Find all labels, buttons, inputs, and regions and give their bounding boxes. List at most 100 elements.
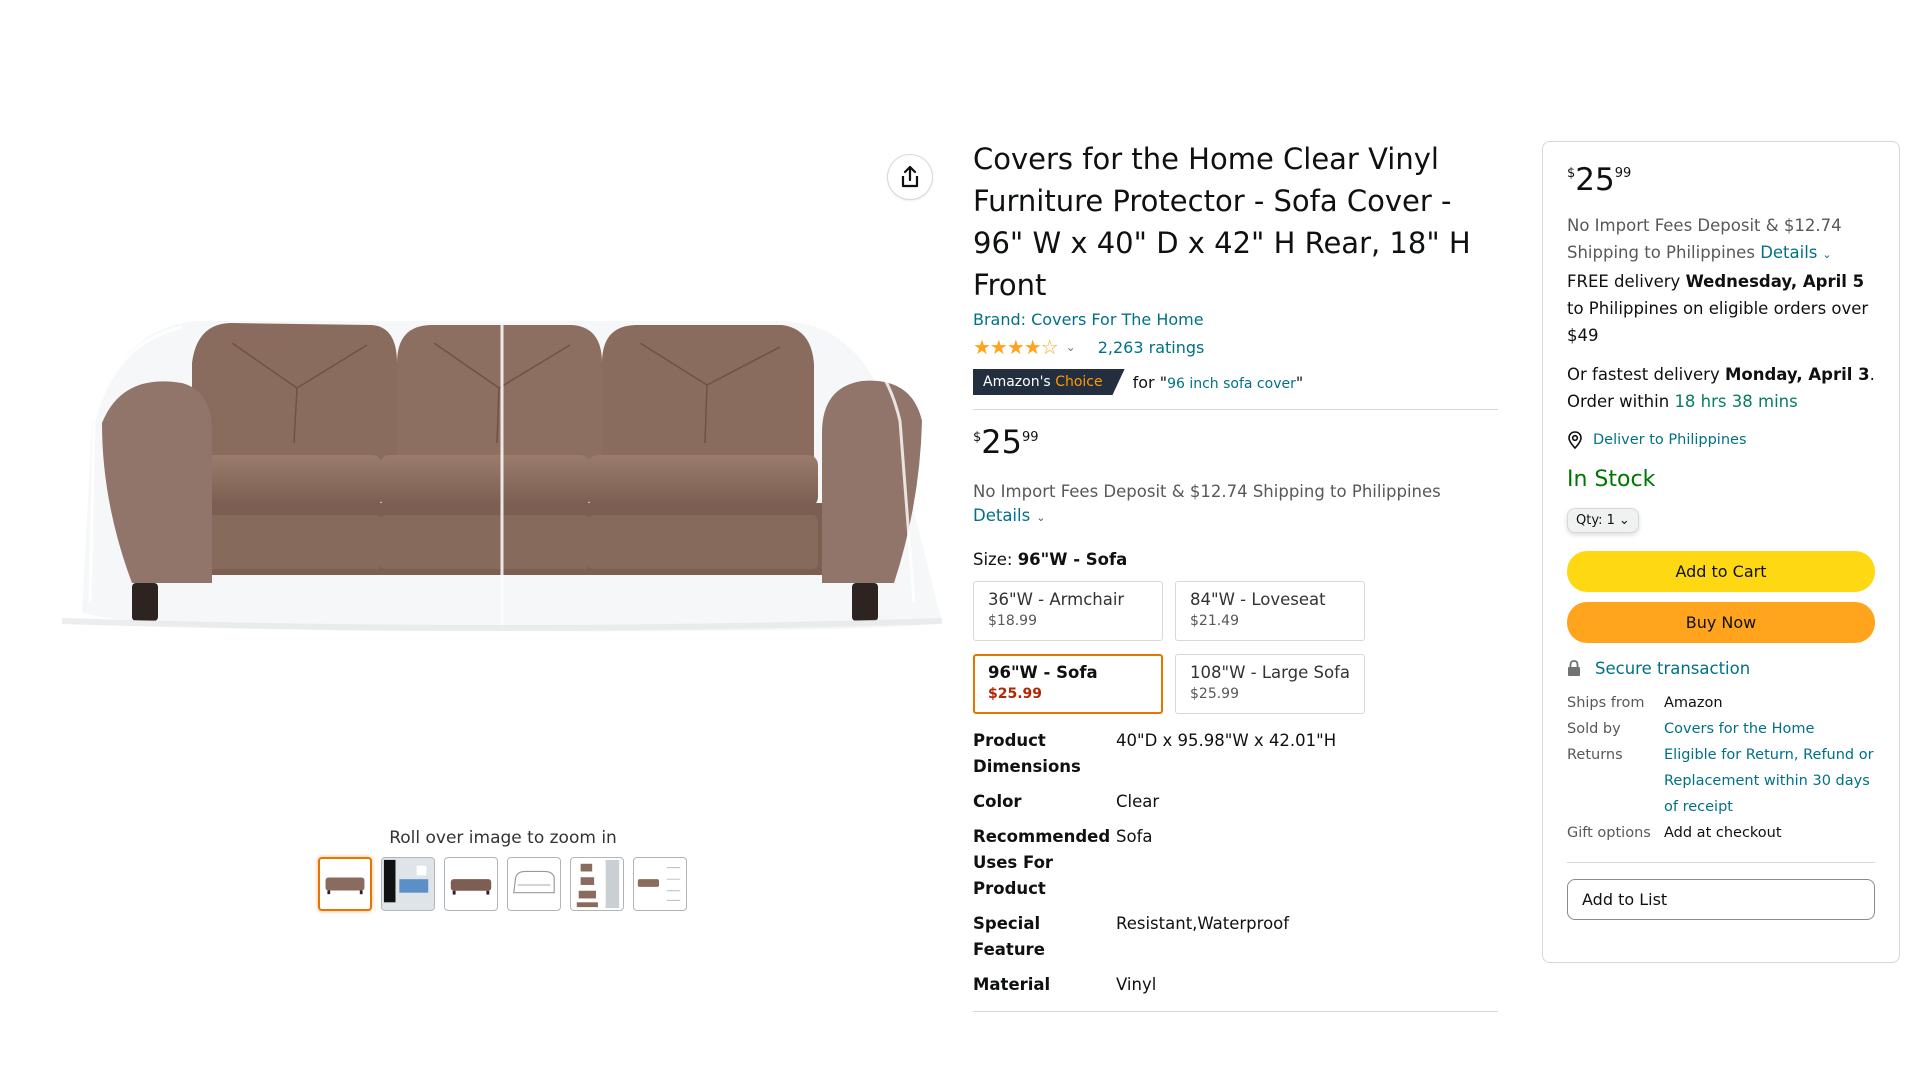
returns-row: Returns Eligible for Return, Refund or Re… — [1567, 742, 1875, 820]
size-option-name: 96"W - Sofa — [988, 663, 1098, 682]
price-symbol: $ — [1567, 166, 1576, 181]
price-whole: 25 — [981, 423, 1022, 461]
seller-info: Ships from Amazon Sold by Covers for the H… — [1567, 690, 1875, 846]
fastest-prefix: Or fastest delivery — [1567, 365, 1720, 384]
free-delivery: FREE delivery Wednesday, April 5 to Phil… — [1567, 268, 1875, 349]
import-note-text: No Import Fees Deposit & $12.74 Shipping… — [973, 482, 1441, 501]
free-delivery-date: Wednesday, April 5 — [1685, 272, 1865, 291]
details-link-label: Details — [1760, 243, 1818, 262]
gift-options-row: Gift options Add at checkout — [1567, 820, 1875, 846]
add-to-cart-button[interactable]: Add to Cart — [1567, 551, 1875, 592]
amazons-choice-badge: Amazon's Choice — [973, 369, 1125, 395]
brand-link[interactable]: Brand: Covers For The Home — [973, 310, 1204, 329]
spec-value: Sofa — [1116, 827, 1153, 846]
size-option-price: $25.99 — [1190, 686, 1239, 702]
add-to-list-button[interactable]: Add to List — [1567, 879, 1875, 920]
specs-table: Product Dimensions 40"D x 95.98"W x 42.01… — [973, 728, 1498, 1007]
zoom-hint: Roll over image to zoom in — [389, 828, 617, 848]
size-option-sofa[interactable]: 96"W - Sofa $25.99 — [973, 654, 1163, 714]
returns-link[interactable]: Eligible for Return, Refund or Replaceme… — [1664, 742, 1875, 820]
price: $ 25 99 — [973, 424, 1498, 460]
fastest-date: Monday, April 3 — [1724, 365, 1870, 384]
thumbnail-strip — [318, 857, 687, 911]
chevron-down-icon: ⌄ — [1822, 248, 1832, 261]
sold-by-row: Sold by Covers for the Home — [1567, 716, 1875, 742]
import-note: No Import Fees Deposit & $12.74 Shipping… — [973, 480, 1498, 530]
amazons-choice-row: Amazon's Choice for "96 inch sofa cover" — [973, 369, 1498, 395]
thumbnail-2[interactable] — [381, 857, 435, 911]
chevron-down-icon: ⌄ — [1036, 511, 1046, 524]
returns-label: Returns — [1567, 747, 1623, 763]
size-option-loveseat[interactable]: 84"W - Loveseat $21.49 — [1175, 581, 1365, 641]
spec-value: Vinyl — [1116, 975, 1157, 994]
details-link-label: Details — [973, 506, 1031, 525]
product-title: Covers for the Home Clear Vinyl Furnitur… — [973, 142, 1471, 302]
secure-transaction-link[interactable]: Secure transaction — [1567, 659, 1875, 678]
buy-now-button[interactable]: Buy Now — [1567, 602, 1875, 643]
spec-row: Special Feature Resistant,Waterproof — [973, 911, 1498, 972]
divider — [973, 1011, 1498, 1012]
main-product-image[interactable] — [61, 303, 943, 663]
choice-for-text: for "96 inch sofa cover" — [1133, 373, 1304, 392]
size-label-prefix: Size: — [973, 550, 1013, 569]
spec-row: Color Clear — [973, 789, 1498, 824]
choice-query-link[interactable]: 96 inch sofa cover — [1167, 376, 1296, 392]
free-delivery-prefix: FREE delivery — [1567, 272, 1681, 291]
thumbnail-3[interactable] — [444, 857, 498, 911]
spec-key: Material — [973, 975, 1051, 994]
buybox-shipping-note: No Import Fees Deposit & $12.74 Shipping… — [1567, 212, 1875, 349]
quantity-value: Qty: 1 — [1576, 513, 1615, 528]
spec-value: 40"D x 95.98"W x 42.01"H — [1116, 731, 1337, 750]
gift-options-value: Add at checkout — [1664, 825, 1782, 841]
chevron-down-icon[interactable]: ⌄ — [1066, 340, 1076, 354]
buybox-details-link[interactable]: Details ⌄ — [1760, 243, 1831, 262]
price-fraction: 99 — [1022, 430, 1039, 445]
price-fraction: 99 — [1614, 166, 1632, 181]
choice-for-prefix: for " — [1132, 372, 1168, 392]
ships-from-row: Ships from Amazon — [1567, 690, 1875, 716]
gift-options-label: Gift options — [1567, 825, 1651, 841]
ratings-count-link[interactable]: 2,263 ratings — [1098, 338, 1205, 357]
thumbnail-4[interactable] — [507, 857, 561, 911]
spec-key: Recommended Uses For Product — [973, 827, 1111, 898]
size-option-price: $21.49 — [1190, 613, 1239, 629]
size-selected-value: 96"W - Sofa — [1017, 550, 1128, 569]
size-option-name: 84"W - Loveseat — [1190, 590, 1326, 609]
lock-icon — [1568, 660, 1580, 676]
spec-key: Special Feature — [973, 914, 1045, 959]
size-option-price: $18.99 — [988, 613, 1037, 629]
spec-row: Recommended Uses For Product Sofa — [973, 824, 1498, 911]
rating-stars[interactable]: ★★★★☆ — [973, 335, 1059, 359]
ships-from-label: Ships from — [1567, 695, 1645, 711]
thumbnail-5[interactable] — [570, 857, 624, 911]
location-pin-icon — [1568, 431, 1582, 449]
divider — [1567, 862, 1875, 863]
fastest-delivery: Or fastest delivery Monday, April 3. Ord… — [1567, 365, 1875, 411]
choice-for-suffix: " — [1295, 372, 1304, 392]
size-option-name: 108"W - Large Sofa — [1190, 663, 1350, 682]
buy-box: $ 25 99 No Import Fees Deposit & $12.74 … — [1542, 141, 1900, 963]
order-within: Order within — [1567, 392, 1670, 411]
price-symbol: $ — [973, 430, 982, 445]
spec-row: Product Dimensions 40"D x 95.98"W x 42.01… — [973, 728, 1498, 789]
price-whole: 25 — [1575, 162, 1615, 198]
details-link[interactable]: Details ⌄ — [973, 506, 1045, 525]
buybox-price: $ 25 99 — [1567, 162, 1875, 198]
product-details: Covers for the Home Clear Vinyl Furnitur… — [973, 138, 1498, 1026]
stock-status: In Stock — [1567, 467, 1656, 492]
size-option-armchair[interactable]: 36"W - Armchair $18.99 — [973, 581, 1163, 641]
sold-by-link[interactable]: Covers for the Home — [1664, 716, 1814, 742]
size-option-large-sofa[interactable]: 108"W - Large Sofa $25.99 — [1175, 654, 1365, 714]
deliver-to-link[interactable]: Deliver to Philippines — [1567, 431, 1875, 449]
spec-row: Material Vinyl — [973, 972, 1498, 1007]
thumbnail-6[interactable] — [633, 857, 687, 911]
size-label: Size: 96"W - Sofa — [973, 550, 1498, 569]
size-options: 36"W - Armchair $18.99 84"W - Loveseat $… — [973, 581, 1498, 714]
thumbnail-1[interactable] — [318, 857, 372, 911]
quantity-select[interactable]: Qty: 1 ⌄ — [1567, 508, 1639, 533]
rating-row: ★★★★☆ ⌄ 2,263 ratings — [973, 335, 1498, 359]
size-option-price: $25.99 — [988, 686, 1043, 702]
spec-value: Clear — [1116, 792, 1160, 811]
share-button[interactable] — [888, 155, 932, 199]
share-icon — [901, 165, 919, 188]
